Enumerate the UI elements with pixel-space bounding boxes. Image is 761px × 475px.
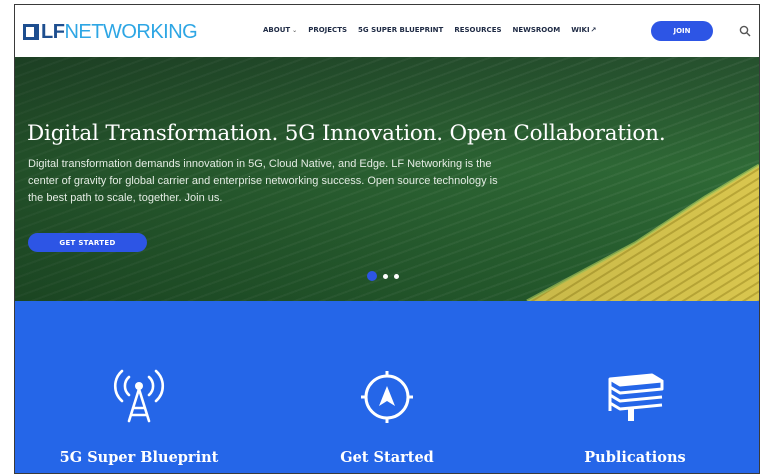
main-menu: ABOUT ⌄ PROJECTS 5G SUPER BLUEPRINT RESOU… xyxy=(263,26,607,34)
menu-item-about-label: ABOUT xyxy=(263,26,291,34)
feature-5g-super-blueprint[interactable]: 5G Super Blueprint xyxy=(39,301,239,473)
menu-item-projects[interactable]: PROJECTS xyxy=(308,26,347,34)
get-started-button[interactable]: GET STARTED xyxy=(28,233,147,252)
feature-label: Publications xyxy=(584,449,686,466)
hero-description: Digital transformation demands innovatio… xyxy=(28,158,498,204)
feature-publications[interactable]: Publications xyxy=(535,301,735,473)
logo-lf-text: LF xyxy=(41,20,65,43)
menu-item-wiki-label: WIKI xyxy=(571,26,590,34)
menu-item-about[interactable]: ABOUT ⌄ xyxy=(263,26,297,34)
logo-networking-text: NETWORKING xyxy=(64,20,198,43)
carousel-indicators xyxy=(367,271,399,281)
carousel-dot-2[interactable] xyxy=(383,273,388,279)
browser-frame: LF NETWORKING ABOUT ⌄ PROJECTS 5G SUPER B… xyxy=(14,4,760,474)
books-icon xyxy=(608,373,664,421)
compass-icon xyxy=(361,371,413,423)
hero-title: Digital Transformation. 5G Innovation. O… xyxy=(27,121,666,146)
feature-label: 5G Super Blueprint xyxy=(59,449,219,466)
feature-label: Get Started xyxy=(340,449,434,466)
external-link-icon: ↗ xyxy=(590,26,597,34)
menu-item-wiki[interactable]: WIKI↗ xyxy=(571,26,596,34)
logo-mark-icon xyxy=(23,24,39,40)
menu-item-resources[interactable]: RESOURCES xyxy=(454,26,501,34)
antenna-tower-icon xyxy=(113,369,165,423)
lf-networking-logo[interactable]: LF NETWORKING xyxy=(23,20,198,43)
features-section: 5G Super Blueprint Get Started Publicati… xyxy=(15,301,759,473)
feature-get-started[interactable]: Get Started xyxy=(287,301,487,473)
hero-banner: Digital Transformation. 5G Innovation. O… xyxy=(15,57,759,301)
carousel-dot-3[interactable] xyxy=(394,273,399,279)
carousel-dot-1[interactable] xyxy=(367,271,377,281)
join-button[interactable]: JOIN xyxy=(651,21,713,41)
menu-item-newsroom[interactable]: NEWSROOM xyxy=(513,26,561,34)
menu-item-5g-super-blueprint[interactable]: 5G SUPER BLUEPRINT xyxy=(358,26,443,34)
chevron-down-icon: ⌄ xyxy=(292,27,298,34)
top-navigation: LF NETWORKING ABOUT ⌄ PROJECTS 5G SUPER B… xyxy=(15,5,759,57)
search-icon[interactable] xyxy=(739,25,751,37)
